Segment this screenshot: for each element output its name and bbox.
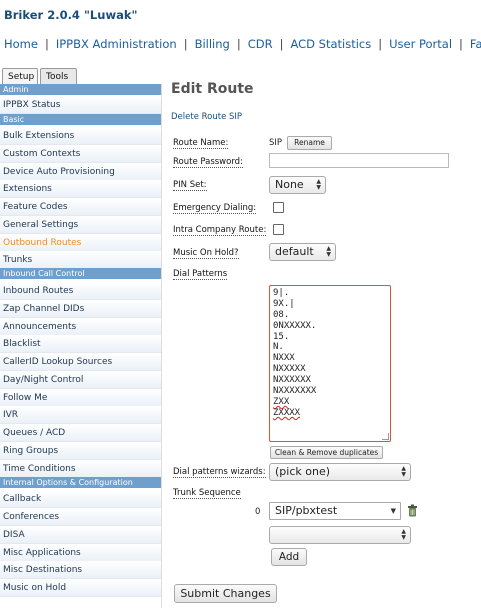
add-trunk-button[interactable]: Add bbox=[271, 548, 307, 566]
dial-pattern-line: 08. bbox=[273, 309, 290, 320]
clean-remove-duplicates-button[interactable]: Clean & Remove duplicates bbox=[270, 446, 383, 459]
sidebar-item-general-settings[interactable]: General Settings bbox=[0, 216, 161, 234]
dial-patterns-wizards-value: (pick one) bbox=[275, 465, 331, 478]
dial-pattern-line: NXXXXX bbox=[273, 364, 306, 375]
tab-tools[interactable]: Tools bbox=[40, 68, 77, 85]
sidebar-item-zap-channel-dids[interactable]: Zap Channel DIDs bbox=[0, 300, 161, 318]
sidebar-item-misc-destinations[interactable]: Misc Destinations bbox=[0, 561, 161, 579]
sidebar-section-basic: Basic bbox=[0, 114, 161, 125]
submit-changes-button[interactable]: Submit Changes bbox=[174, 584, 277, 603]
nav-home[interactable]: Home bbox=[4, 37, 38, 51]
sidebar-item-day-night-control[interactable]: Day/Night Control bbox=[0, 371, 161, 389]
sidebar-item-ippbx-status[interactable]: IPPBX Status bbox=[0, 96, 161, 114]
sidebar-item-inbound-routes[interactable]: Inbound Routes bbox=[0, 282, 161, 300]
sidebar-section-admin: Admin bbox=[0, 84, 161, 95]
dial-pattern-line: NXXXXXXX bbox=[273, 386, 317, 397]
dial-pattern-line: N. bbox=[273, 342, 284, 353]
sidebar-item-ivr[interactable]: IVR bbox=[0, 406, 161, 424]
sidebar-item-follow-me[interactable]: Follow Me bbox=[0, 389, 161, 407]
sidebar-item-bulk-extensions[interactable]: Bulk Extensions bbox=[0, 127, 161, 145]
dial-patterns-wizards-label: Dial patterns wizards: bbox=[173, 467, 266, 478]
tab-setup[interactable]: Setup bbox=[2, 68, 38, 85]
dial-pattern-line: ZXXXX bbox=[273, 407, 301, 418]
dial-pattern-line: 9X.| bbox=[273, 298, 295, 309]
pin-set-value: None bbox=[275, 178, 304, 191]
nav-separator: | bbox=[459, 37, 463, 51]
sidebar-item-music-on-hold[interactable]: Music on Hold bbox=[0, 579, 161, 597]
dial-patterns-wizards-select[interactable]: (pick one) ▲ ▼ bbox=[269, 463, 411, 481]
main-content: Edit Route Delete Route SIP Route Name: … bbox=[163, 70, 481, 608]
emergency-dialing-checkbox[interactable] bbox=[273, 202, 284, 213]
trash-icon[interactable] bbox=[407, 504, 418, 517]
dial-pattern-line: 15. bbox=[273, 331, 290, 342]
dial-patterns-textarea[interactable]: 9|. 9X.| 08. 0NXXXXX. 15. N. NXXX NXXXXX… bbox=[269, 285, 391, 442]
delete-route-link[interactable]: Delete Route SIP bbox=[171, 112, 242, 122]
nav-ippbx-administration[interactable]: IPPBX Administration bbox=[56, 37, 177, 51]
sidebar-item-feature-codes[interactable]: Feature Codes bbox=[0, 198, 161, 216]
sidebar: Admin IPPBX Status Basic Bulk Extensions… bbox=[0, 84, 162, 608]
dial-pattern-line: NXXXXXX bbox=[273, 375, 311, 386]
sidebar-item-blacklist[interactable]: Blacklist bbox=[0, 335, 161, 353]
trunk-select[interactable]: SIP/pbxtest ▼ bbox=[269, 502, 401, 520]
trunk-index: 0 bbox=[255, 507, 261, 517]
sidebar-item-time-conditions[interactable]: Time Conditions bbox=[0, 460, 161, 478]
route-password-label: Route Password: bbox=[173, 157, 243, 168]
sidebar-item-disa[interactable]: DISA bbox=[0, 526, 161, 544]
nav-separator: | bbox=[183, 37, 188, 51]
resize-grip-icon[interactable] bbox=[382, 433, 389, 440]
music-on-hold-label: Music On Hold? bbox=[173, 248, 239, 259]
app-title: Briker 2.0.4 "Luwak" bbox=[4, 8, 138, 22]
rename-button[interactable]: Rename bbox=[287, 136, 332, 150]
intra-company-checkbox[interactable] bbox=[273, 224, 284, 235]
sidebar-item-callerid-lookup-sources[interactable]: CallerID Lookup Sources bbox=[0, 353, 161, 371]
nav-separator: | bbox=[44, 37, 49, 51]
sidebar-item-queues-acd[interactable]: Queues / ACD bbox=[0, 424, 161, 442]
nav-separator: | bbox=[236, 37, 241, 51]
nav-cdr[interactable]: CDR bbox=[248, 37, 273, 51]
intra-company-label: Intra Company Route: bbox=[173, 225, 267, 236]
spin-arrows-icon: ▲ ▼ bbox=[401, 528, 406, 541]
nav-user-portal[interactable]: User Portal bbox=[389, 37, 452, 51]
page-title: Edit Route bbox=[171, 81, 254, 97]
spin-arrows-icon: ▲ ▼ bbox=[326, 245, 331, 258]
sidebar-item-device-auto-provisioning[interactable]: Device Auto Provisioning bbox=[0, 163, 161, 181]
dial-pattern-line: 0NXXXXX. bbox=[273, 320, 317, 331]
spin-arrows-icon: ▲ ▼ bbox=[401, 465, 406, 478]
dial-pattern-line: NXXX bbox=[273, 353, 295, 364]
dial-pattern-line: 9|. bbox=[273, 288, 290, 298]
sidebar-item-ring-groups[interactable]: Ring Groups bbox=[0, 442, 161, 460]
sidebar-item-callback[interactable]: Callback bbox=[0, 490, 161, 508]
pin-set-select[interactable]: None ▲ ▼ bbox=[269, 176, 326, 194]
top-navigation: Home | IPPBX Administration | Billing | CDR | AC… bbox=[4, 37, 481, 51]
nav-fax[interactable]: Fax bbox=[470, 37, 481, 51]
route-name-label: Route Name: bbox=[173, 138, 229, 149]
dial-patterns-label: Dial Patterns bbox=[173, 269, 228, 280]
dial-pattern-line: ZXX bbox=[273, 396, 290, 407]
sidebar-section-internal-options: Internal Options & Configuration bbox=[0, 477, 161, 488]
nav-separator: | bbox=[378, 37, 383, 51]
music-on-hold-select[interactable]: default ▲ ▼ bbox=[269, 243, 336, 261]
nav-separator: | bbox=[279, 37, 284, 51]
nav-acd-statistics[interactable]: ACD Statistics bbox=[290, 37, 371, 51]
trunk-sequence-label: Trunk Sequence bbox=[173, 488, 241, 499]
music-on-hold-value: default bbox=[275, 245, 314, 258]
trunk-empty-select[interactable]: ▲ ▼ bbox=[269, 526, 411, 544]
sidebar-item-trunks[interactable]: Trunks bbox=[0, 251, 161, 269]
sidebar-item-misc-applications[interactable]: Misc Applications bbox=[0, 544, 161, 562]
sidebar-item-custom-contexts[interactable]: Custom Contexts bbox=[0, 145, 161, 163]
sidebar-item-announcements[interactable]: Announcements bbox=[0, 318, 161, 336]
spin-arrows-icon: ▲ ▼ bbox=[316, 178, 321, 191]
pin-set-label: PIN Set: bbox=[173, 180, 207, 191]
dropdown-arrow-icon: ▼ bbox=[390, 507, 396, 515]
route-name-value: SIP bbox=[269, 138, 283, 148]
emergency-dialing-label: Emergency Dialing: bbox=[173, 203, 257, 214]
sidebar-item-extensions[interactable]: Extensions bbox=[0, 180, 161, 198]
trunk-value: SIP/pbxtest bbox=[275, 504, 338, 517]
nav-billing[interactable]: Billing bbox=[195, 37, 230, 51]
route-password-input[interactable] bbox=[269, 153, 449, 168]
sidebar-item-outbound-routes[interactable]: Outbound Routes bbox=[0, 234, 161, 252]
sidebar-section-inbound-call-control: Inbound Call Control bbox=[0, 268, 161, 279]
sidebar-item-conferences[interactable]: Conferences bbox=[0, 508, 161, 526]
